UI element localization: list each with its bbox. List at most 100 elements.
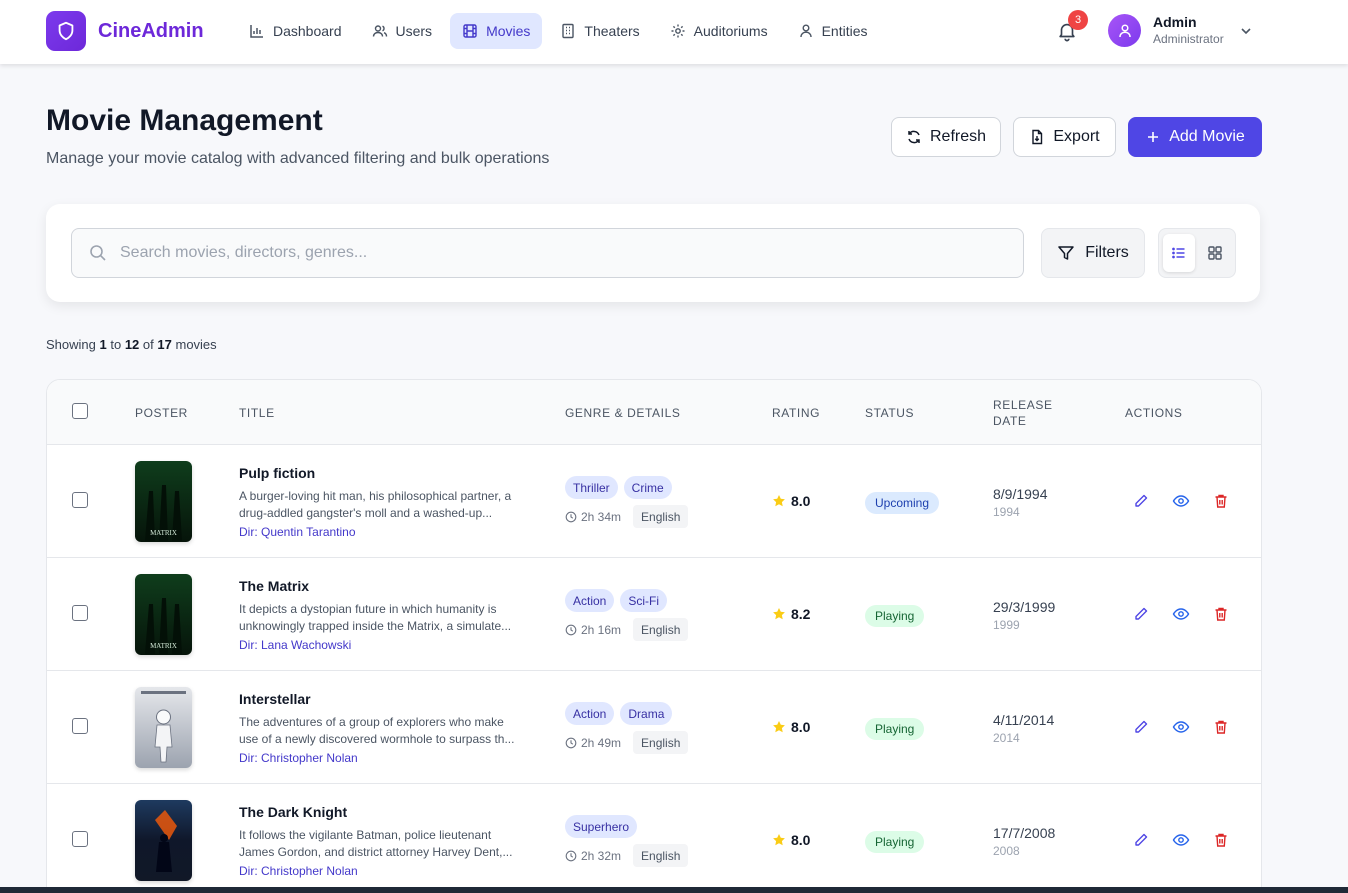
edit-button[interactable] — [1132, 605, 1150, 623]
header-release-line1[interactable]: Release — [993, 398, 1053, 412]
export-button[interactable]: Export — [1013, 117, 1116, 157]
results-to: 12 — [124, 337, 140, 352]
add-movie-button[interactable]: Add Movie — [1128, 117, 1262, 157]
edit-button[interactable] — [1132, 831, 1150, 849]
movie-poster[interactable] — [135, 687, 192, 768]
notification-badge: 3 — [1068, 10, 1088, 30]
view-button[interactable] — [1172, 831, 1190, 849]
brand[interactable]: CineAdmin — [46, 11, 204, 51]
delete-button[interactable] — [1212, 605, 1230, 623]
trash-icon — [1215, 607, 1227, 621]
edit-button[interactable] — [1132, 492, 1150, 510]
header-release-line2[interactable]: Date — [993, 414, 1027, 428]
table-row[interactable]: MATRIX Pulp fiction A burger-loving hit … — [47, 445, 1261, 558]
release-year: 1994 — [993, 505, 1020, 519]
table-row[interactable]: The Dark Knight It follows the vigilante… — [47, 784, 1261, 893]
trash-icon — [1215, 494, 1227, 508]
header-title[interactable]: Title — [239, 406, 275, 420]
avatar — [1108, 14, 1141, 47]
results-of-word: of — [142, 337, 154, 352]
release-date: 17/7/2008 — [993, 825, 1056, 841]
chevron-down-icon[interactable] — [1238, 23, 1254, 39]
release-date: 8/9/1994 — [993, 486, 1048, 502]
movie-rating: 8.2 — [772, 606, 810, 622]
building-icon — [562, 23, 575, 39]
plus-icon — [1148, 132, 1159, 142]
movie-meta: 2h 16m English — [565, 618, 689, 641]
search-box — [71, 228, 1024, 278]
movie-title[interactable]: Pulp fiction — [239, 465, 315, 481]
star-icon — [773, 721, 785, 733]
status-badge: Upcoming — [865, 492, 940, 514]
row-checkbox[interactable] — [72, 831, 88, 847]
movie-poster[interactable] — [135, 800, 192, 881]
user-menu[interactable]: Admin Administrator — [1108, 14, 1254, 47]
search-icon — [90, 245, 106, 261]
nav-item-dashboard[interactable]: Dashboard — [237, 13, 354, 49]
table-row[interactable]: MATRIX The Matrix It depicts a dystopian… — [47, 558, 1261, 671]
results-suffix: movies — [175, 337, 217, 352]
nav-item-auditoriums[interactable]: Auditoriums — [658, 13, 780, 49]
nav-item-users[interactable]: Users — [360, 13, 445, 49]
genre-tags: Superhero — [565, 815, 638, 838]
nav-label: Auditoriums — [693, 23, 768, 39]
grid-view-button[interactable] — [1199, 234, 1231, 272]
refresh-button[interactable]: Refresh — [891, 117, 1001, 157]
movie-title[interactable]: The Dark Knight — [239, 804, 347, 820]
row-checkbox[interactable] — [72, 718, 88, 734]
genre-tags: Thriller Crime — [565, 476, 672, 499]
movie-poster[interactable]: MATRIX — [135, 574, 192, 655]
main-nav: Dashboard Users Movies Theaters Auditori… — [237, 13, 880, 49]
search-input[interactable] — [72, 229, 1023, 277]
movie-title[interactable]: Interstellar — [239, 691, 311, 707]
header-rating[interactable]: Rating — [772, 406, 820, 420]
movie-description: It follows the vigilante Batman, police … — [239, 827, 529, 861]
gear-icon — [671, 24, 685, 38]
results-prefix: Showing — [46, 337, 96, 352]
filters-button[interactable]: Filters — [1041, 228, 1145, 278]
movie-language: English — [633, 618, 689, 641]
users-icon — [372, 25, 387, 37]
rating-value: 8.0 — [791, 493, 811, 509]
nav-item-entities[interactable]: Entities — [786, 13, 880, 49]
nav-item-theaters[interactable]: Theaters — [548, 13, 651, 49]
rating-value: 8.0 — [791, 719, 811, 735]
description-line: It depicts a dystopian future in which h… — [239, 602, 497, 616]
description-line: drug-addled gangster's moll and a washed… — [239, 506, 493, 520]
row-checkbox[interactable] — [72, 492, 88, 508]
table-header: Poster Title Genre & Details Rating Stat… — [47, 380, 1261, 445]
svg-text:MATRIX: MATRIX — [150, 529, 177, 537]
genre-tag: Crime — [623, 476, 672, 499]
list-view-button[interactable] — [1163, 234, 1195, 272]
row-checkbox[interactable] — [72, 605, 88, 621]
header-actions: Actions — [1125, 406, 1183, 420]
edit-button[interactable] — [1132, 718, 1150, 736]
view-button[interactable] — [1172, 492, 1190, 510]
movie-rating: 8.0 — [772, 493, 810, 509]
page-title: Movie Management — [46, 104, 323, 137]
eye-icon — [1172, 608, 1190, 620]
nav-item-movies[interactable]: Movies — [450, 13, 543, 49]
view-button[interactable] — [1172, 605, 1190, 623]
release-year: 2014 — [993, 731, 1020, 745]
movie-description: A burger-loving hit man, his philosophic… — [239, 488, 529, 522]
header-poster: Poster — [135, 406, 188, 420]
movie-title[interactable]: The Matrix — [239, 578, 309, 594]
delete-button[interactable] — [1212, 718, 1230, 736]
view-button[interactable] — [1172, 718, 1190, 736]
nav-label: Movies — [486, 23, 531, 39]
delete-button[interactable] — [1212, 831, 1230, 849]
row-actions — [1132, 605, 1230, 623]
select-all-checkbox[interactable] — [72, 403, 88, 419]
page-subtitle: Manage your movie catalog with advanced … — [46, 150, 550, 167]
movie-poster[interactable]: MATRIX — [135, 461, 192, 542]
movies-table: Poster Title Genre & Details Rating Stat… — [46, 379, 1262, 893]
delete-button[interactable] — [1212, 492, 1230, 510]
genre-tag: Action — [565, 702, 615, 725]
rating-value: 8.0 — [791, 832, 811, 848]
table-row[interactable]: Interstellar The adventures of a group o… — [47, 671, 1261, 784]
trash-icon — [1215, 720, 1227, 734]
status-badge: Playing — [865, 605, 925, 627]
film-icon — [463, 24, 477, 38]
results-count: Showing 1 to 12 of 17 movies — [46, 337, 217, 352]
